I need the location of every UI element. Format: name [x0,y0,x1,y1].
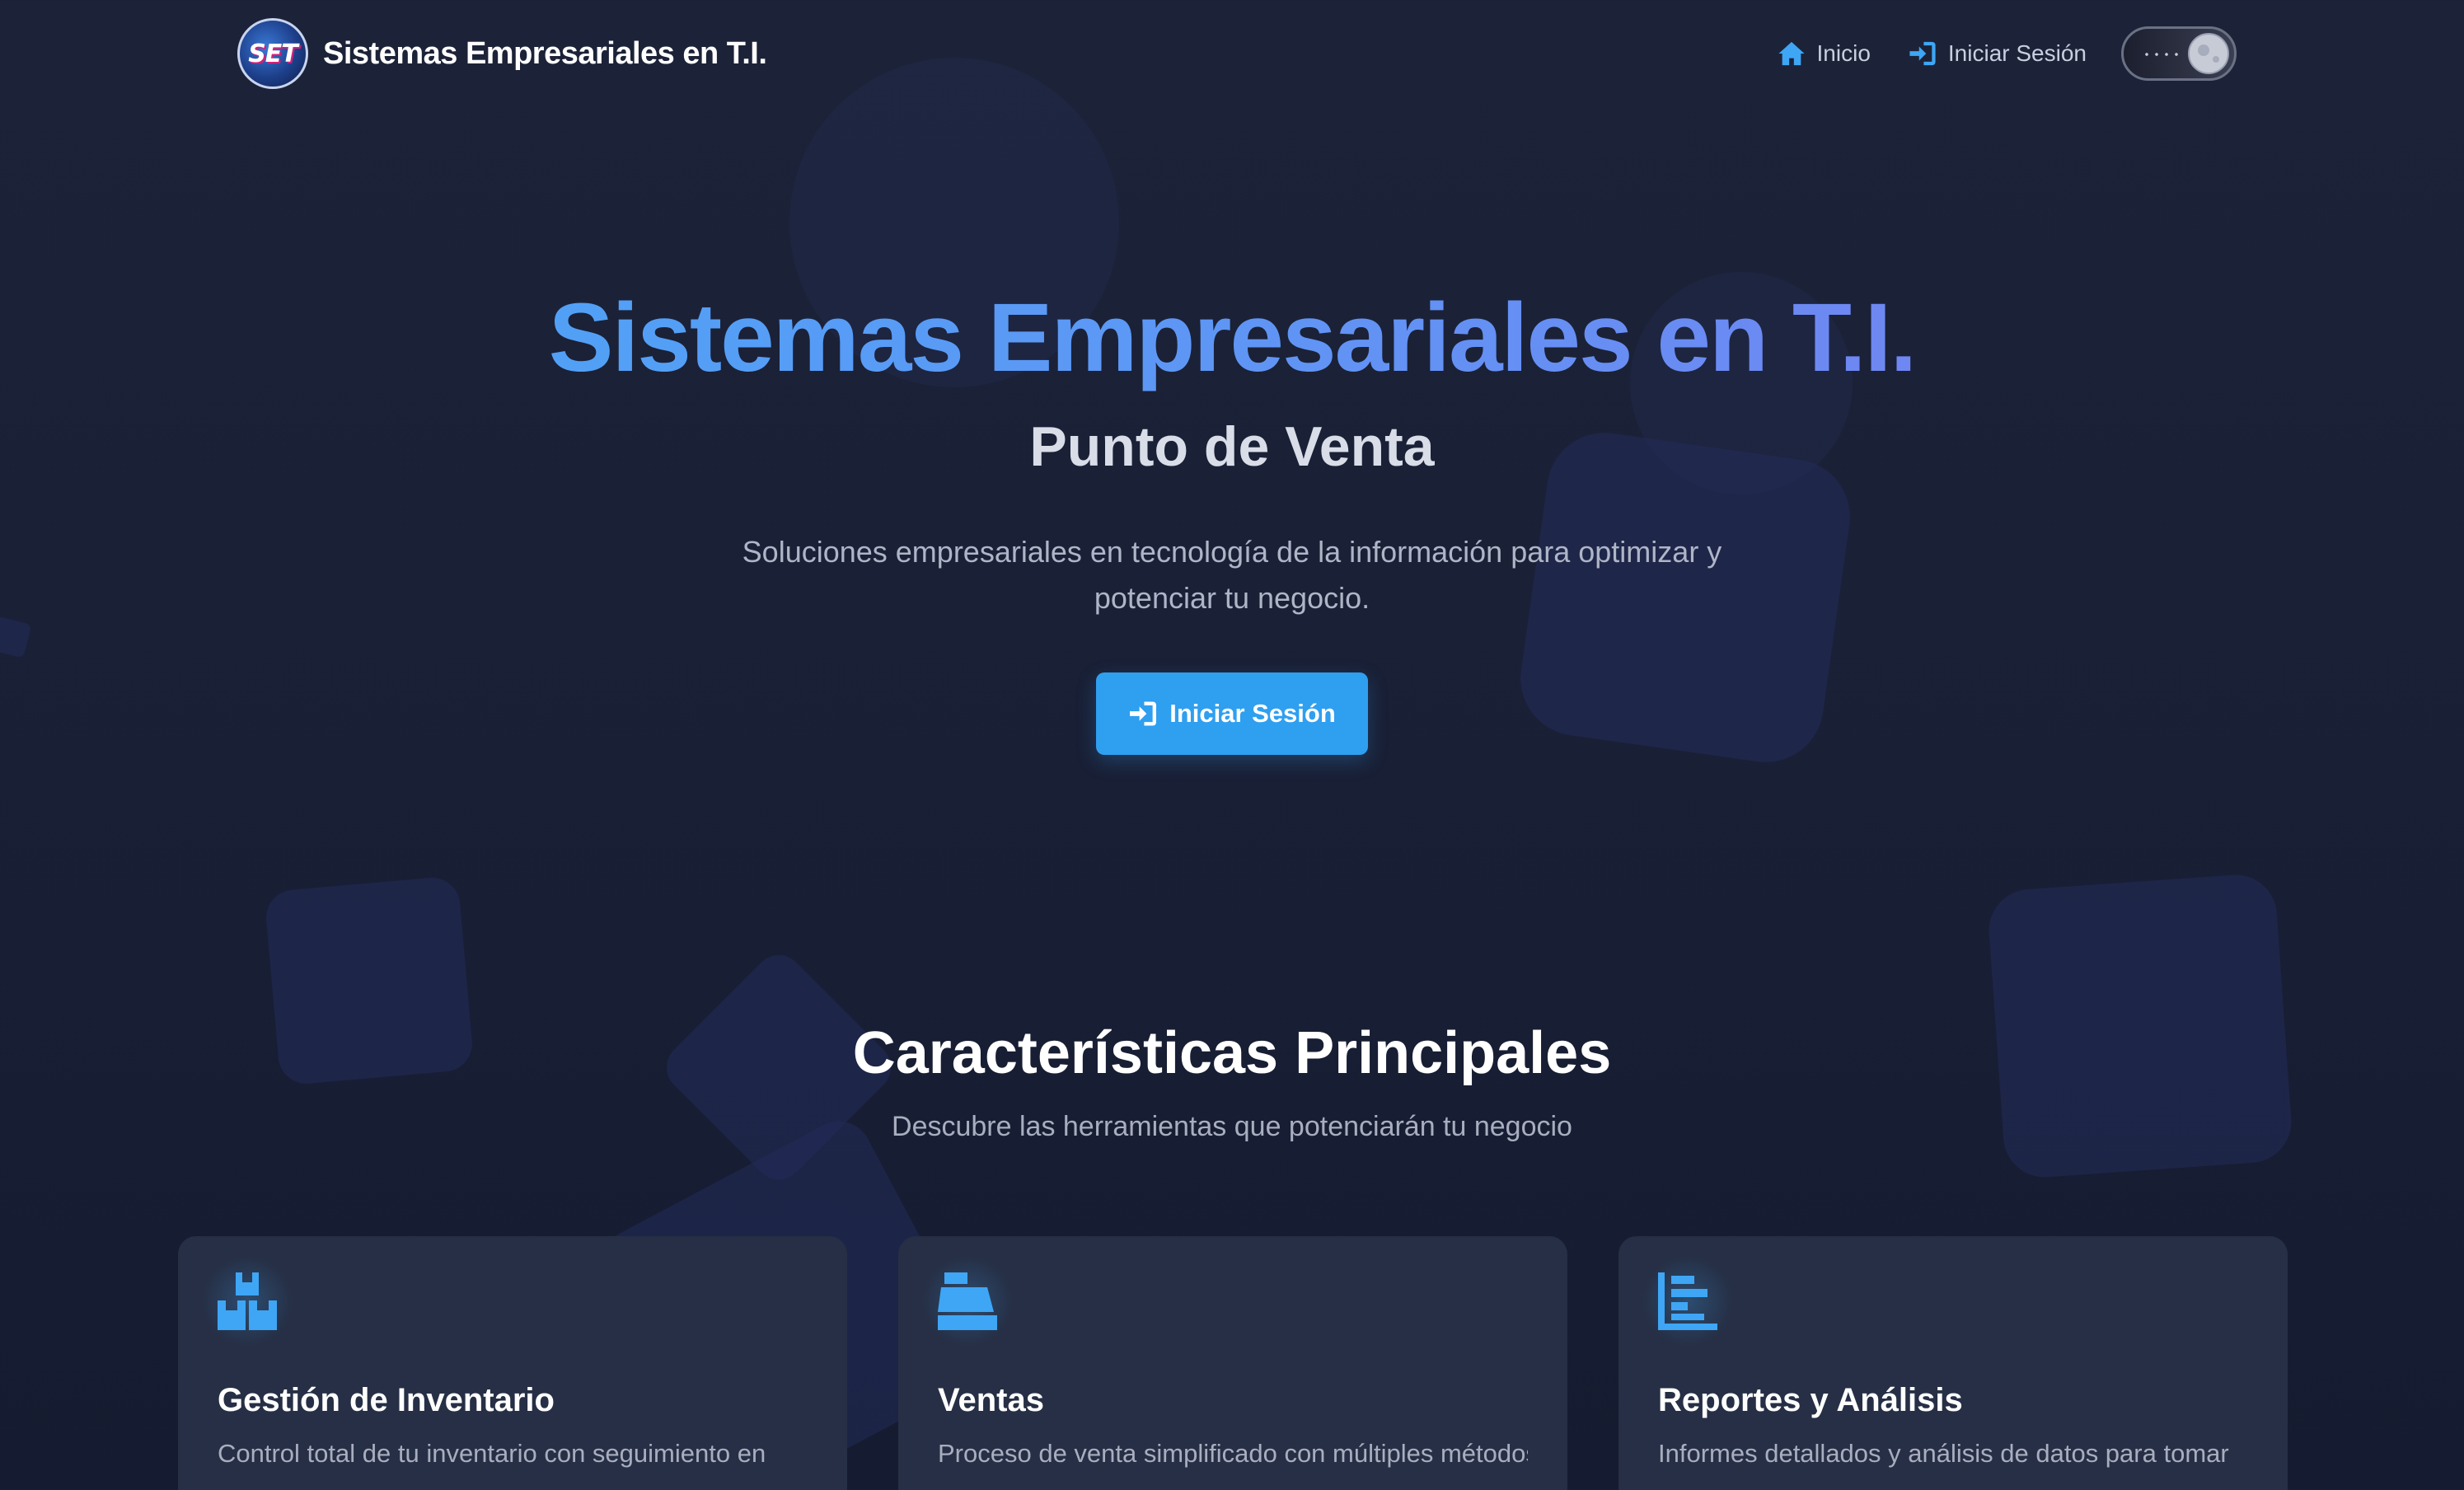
hero-subtitle: Punto de Venta [1029,415,1435,478]
nav-link-iniciar-sesion[interactable]: Iniciar Sesión [1909,40,2087,67]
boxes-icon [201,1256,293,1347]
features-subtitle: Descubre las herramientas que potenciará… [892,1111,1572,1142]
hero-title: Sistemas Empresariales en T.I. [0,272,2464,404]
features-header: Características Principales Descubre las… [0,1012,2464,1149]
nav-links: Inicio Iniciar Sesión [1778,33,2087,74]
brand-logo: SET [237,18,308,89]
login-button[interactable]: Iniciar Sesión [1096,672,1368,755]
brand-link[interactable]: SET Sistemas Empresariales en T.I. [237,18,767,89]
home-icon [1778,41,1805,66]
cash-register-icon [921,1256,1014,1347]
feature-card-text: Proceso de venta simplificado con múltip… [938,1439,1528,1468]
feature-card-reportes: Reportes y Análisis Informes detallados … [1618,1236,2288,1490]
navbar: SET Sistemas Empresariales en T.I. Inici… [0,0,2464,107]
features-title: Características Principales [852,1020,1612,1086]
brand-name: Sistemas Empresariales en T.I. [323,35,767,71]
stars-icon [2142,52,2183,57]
chart-icon [1642,1256,1734,1347]
feature-card-text: Control total de tu inventario con segui… [218,1439,766,1468]
feature-card-title: Reportes y Análisis [1658,1382,1963,1418]
nav-link-label: Inicio [1816,40,1871,66]
feature-card-title: Ventas [938,1382,1044,1418]
feature-card-ventas: Ventas Proceso de venta simplificado con… [898,1236,1567,1490]
feature-card-title: Gestión de Inventario [218,1382,555,1418]
moon-icon [2188,33,2229,74]
nav-link-inicio[interactable]: Inicio [1778,40,1871,67]
sign-in-icon [1909,41,1936,66]
login-button-label: Iniciar Sesión [1169,699,1336,728]
brand-logo-text: SET [248,39,298,68]
sign-in-icon [1130,701,1157,726]
hero-section: Sistemas Empresariales en T.I. Punto de … [0,272,2464,755]
nav-link-label: Iniciar Sesión [1947,40,2087,66]
theme-toggle[interactable] [2121,26,2237,81]
feature-card-inventario: Gestión de Inventario Control total de t… [178,1236,847,1490]
hero-description: Soluciones empresariales en tecnología d… [742,535,1722,615]
feature-card-text: Informes detallados y análisis de datos … [1658,1439,2229,1468]
